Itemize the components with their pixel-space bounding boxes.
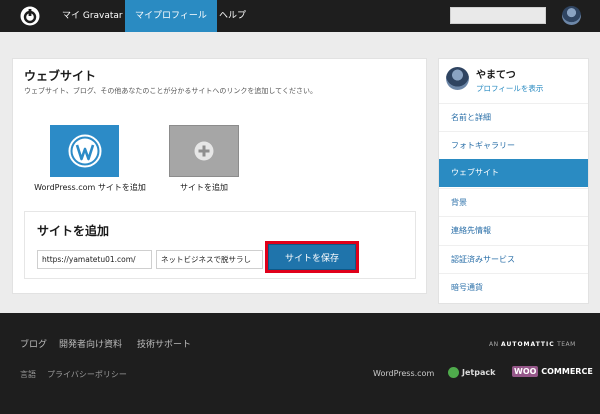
- sidebar-item-websites[interactable]: ウェブサイト: [439, 159, 588, 187]
- jetpack-link[interactable]: Jetpack: [448, 367, 495, 378]
- footer-privacy-link[interactable]: プライバシーポリシー: [47, 369, 127, 380]
- add-site-title: サイトを追加: [37, 224, 110, 238]
- websites-card: ウェブサイト ウェブサイト、ブログ、その他あなたのことが分かるサイトへのリンクを…: [12, 58, 427, 294]
- jetpack-label: Jetpack: [462, 368, 496, 377]
- sidebar-avatar[interactable]: [446, 67, 469, 90]
- sidebar-user-name: やまてつ: [476, 70, 516, 81]
- sidebar-item-contact-info[interactable]: 連絡先情報: [439, 216, 588, 244]
- sidebar-item-name-details[interactable]: 名前と詳細: [439, 103, 588, 131]
- automattic-suffix: TEAM: [557, 341, 576, 348]
- nav-my-profile[interactable]: マイプロフィール: [125, 0, 217, 32]
- footer-link-support[interactable]: 技術サポート: [137, 337, 191, 350]
- plus-icon: [194, 141, 214, 161]
- woo-badge: WOO: [512, 366, 539, 377]
- sidebar-item-background[interactable]: 背景: [439, 188, 588, 216]
- add-site-tile[interactable]: [169, 125, 239, 177]
- automattic-name: AUTOMATTIC: [501, 341, 555, 348]
- nav-help[interactable]: ヘルプ: [209, 0, 256, 32]
- wordpress-com-link[interactable]: WordPress.com: [373, 369, 434, 378]
- top-navigation-bar: マイ Gravatar マイプロフィール ヘルプ: [0, 0, 600, 32]
- footer: ブログ 開発者向け資料 技術サポート AN AUTOMATTIC TEAM 言語…: [0, 313, 600, 414]
- nav-my-gravatar[interactable]: マイ Gravatar: [52, 0, 133, 32]
- woocommerce-link[interactable]: WOO COMMERCE: [512, 366, 593, 377]
- site-url-input[interactable]: [37, 250, 152, 269]
- profile-sidebar: やまてつ プロフィールを表示 名前と詳細 フォトギャラリー ウェブサイト 背景 …: [438, 58, 589, 304]
- add-wordpress-site-tile[interactable]: [50, 125, 119, 177]
- wordpress-icon: [68, 134, 101, 168]
- sidebar-item-crypto[interactable]: 暗号通貨: [439, 273, 588, 301]
- jetpack-icon: [448, 367, 459, 378]
- add-site-form: サイトを追加 サイトを保存: [24, 211, 416, 279]
- site-name-input[interactable]: [156, 250, 263, 269]
- view-profile-link[interactable]: プロフィールを表示: [476, 83, 543, 94]
- user-avatar[interactable]: [562, 6, 581, 25]
- footer-link-developers[interactable]: 開発者向け資料: [59, 337, 122, 350]
- blurred-account-field: [450, 7, 546, 24]
- wordpress-power-logo-icon[interactable]: [20, 6, 40, 26]
- sidebar-item-photo-gallery[interactable]: フォトギャラリー: [439, 131, 588, 159]
- sidebar-item-verified-services[interactable]: 認証済みサービス: [439, 245, 588, 273]
- add-site-label[interactable]: サイトを追加: [154, 182, 254, 193]
- page-title: ウェブサイト: [24, 69, 97, 83]
- save-site-button[interactable]: サイトを保存: [268, 244, 356, 270]
- footer-language-link[interactable]: 言語: [20, 369, 36, 380]
- page-description: ウェブサイト、ブログ、その他あなたのことが分かるサイトへのリンクを追加してくださ…: [24, 87, 317, 95]
- automattic-prefix: AN: [489, 341, 499, 348]
- add-wordpress-site-label[interactable]: WordPress.com サイトを追加: [25, 182, 155, 194]
- automattic-badge[interactable]: AN AUTOMATTIC TEAM: [489, 341, 576, 348]
- footer-link-blog[interactable]: ブログ: [20, 337, 47, 350]
- woo-commerce-label: COMMERCE: [541, 367, 593, 376]
